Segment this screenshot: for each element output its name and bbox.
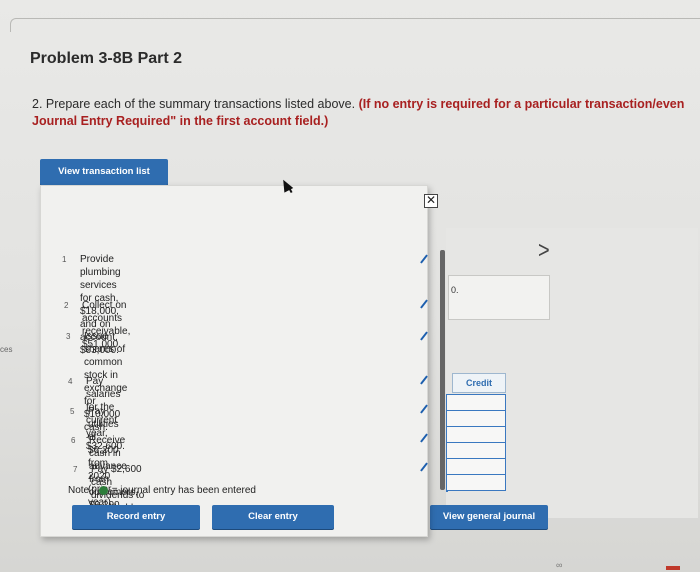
- view-transaction-list-button[interactable]: View transaction list: [40, 159, 168, 185]
- close-icon[interactable]: ✕: [424, 194, 438, 208]
- chevron-right-icon[interactable]: >: [538, 238, 550, 266]
- note-text: = journal entry has been entered: [111, 485, 256, 496]
- left-edge-text: ces: [0, 345, 13, 354]
- credit-cell[interactable]: [446, 474, 506, 491]
- legend-note: Note : = journal entry has been entered: [68, 485, 256, 496]
- instructions-note: (If no entry is required for a particula…: [358, 97, 685, 111]
- link-icon[interactable]: ∞: [556, 560, 562, 570]
- instructions-text: 2. Prepare each of the summary transacti…: [32, 97, 356, 111]
- transaction-number: 2: [64, 301, 69, 310]
- red-indicator: [666, 566, 680, 570]
- credit-column-header: Credit: [452, 373, 506, 393]
- popup-scrollbar[interactable]: [440, 250, 445, 490]
- transaction-number: 4: [68, 377, 73, 386]
- transaction-number: 5: [70, 407, 75, 416]
- journal-input-field[interactable]: [448, 275, 550, 320]
- instructions-note-continued: Journal Entry Required" in the first acc…: [32, 114, 329, 128]
- credit-cell[interactable]: [446, 394, 506, 411]
- credit-cell[interactable]: [446, 458, 506, 475]
- instructions: 2. Prepare each of the summary transacti…: [32, 96, 700, 130]
- transaction-number: 1: [62, 255, 67, 264]
- credit-cell[interactable]: [446, 410, 506, 427]
- note-label: Note :: [68, 485, 95, 496]
- clear-entry-button[interactable]: Clear entry: [212, 505, 334, 529]
- view-general-journal-button[interactable]: View general journal: [430, 505, 548, 529]
- journal-input-value: 0.: [451, 285, 459, 295]
- header-divider: [10, 18, 700, 32]
- credit-cell[interactable]: [446, 426, 506, 443]
- page: Problem 3-8B Part 2 2. Prepare each of t…: [0, 0, 700, 572]
- entered-dot-icon: [98, 486, 108, 495]
- page-title: Problem 3-8B Part 2: [30, 50, 183, 67]
- record-entry-button[interactable]: Record entry: [72, 505, 200, 529]
- transaction-number: 3: [66, 332, 71, 341]
- transaction-number: 7: [73, 465, 78, 474]
- credit-cell[interactable]: [446, 442, 506, 459]
- transaction-number: 6: [71, 436, 76, 445]
